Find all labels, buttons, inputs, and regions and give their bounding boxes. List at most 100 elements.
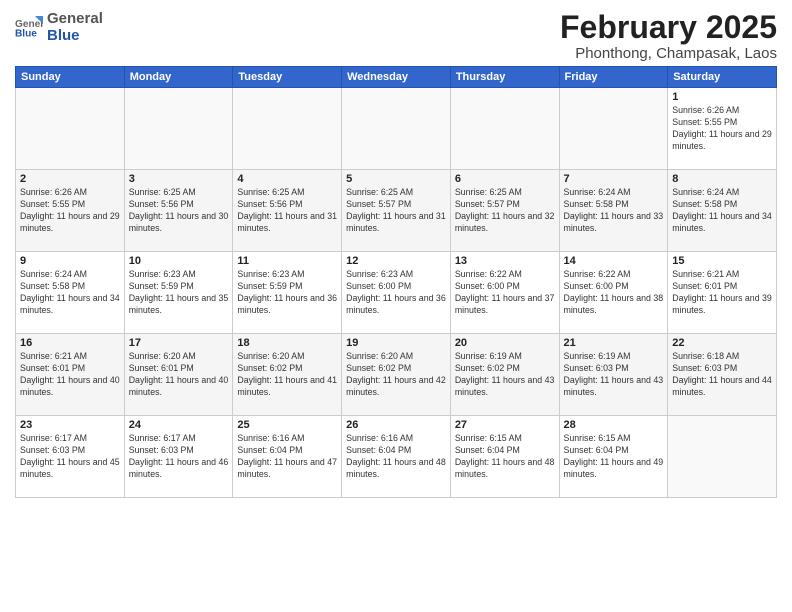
- page: General Blue General Blue February 2025 …: [0, 0, 792, 612]
- day-info: Sunrise: 6:21 AMSunset: 6:01 PMDaylight:…: [672, 269, 772, 317]
- calendar-header-monday: Monday: [124, 67, 233, 88]
- day-number: 20: [455, 337, 555, 349]
- calendar-cell: [16, 88, 125, 170]
- location-title: Phonthong, Champasak, Laos: [560, 45, 777, 62]
- svg-text:Blue: Blue: [15, 28, 37, 39]
- day-number: 12: [346, 255, 446, 267]
- calendar-week-5: 23 Sunrise: 6:17 AMSunset: 6:03 PMDayligh…: [16, 416, 777, 498]
- day-number: 3: [129, 173, 229, 185]
- day-number: 4: [237, 173, 337, 185]
- calendar-week-1: 1Sunrise: 6:26 AMSunset: 5:55 PMDaylight…: [16, 88, 777, 170]
- day-number: 19: [346, 337, 446, 349]
- day-number: 8: [672, 173, 772, 185]
- calendar-cell: 19 Sunrise: 6:20 AMSunset: 6:02 PMDayligh…: [342, 334, 451, 416]
- day-info: Sunrise: 6:25 AMSunset: 5:57 PMDaylight:…: [455, 187, 555, 235]
- day-info: Sunrise: 6:25 AMSunset: 5:57 PMDaylight:…: [346, 187, 446, 235]
- calendar-cell: [342, 88, 451, 170]
- day-info: Sunrise: 6:20 AMSunset: 6:01 PMDaylight:…: [129, 351, 229, 399]
- day-number: 21: [564, 337, 664, 349]
- day-info: Sunrise: 6:15 AMSunset: 6:04 PMDaylight:…: [455, 433, 555, 481]
- day-number: 28: [564, 419, 664, 431]
- calendar-cell: [233, 88, 342, 170]
- day-number: 16: [20, 337, 120, 349]
- day-info: Sunrise: 6:20 AMSunset: 6:02 PMDaylight:…: [237, 351, 337, 399]
- day-number: 2: [20, 173, 120, 185]
- calendar-cell: 11 Sunrise: 6:23 AMSunset: 5:59 PMDayligh…: [233, 252, 342, 334]
- calendar-cell: 27 Sunrise: 6:15 AMSunset: 6:04 PMDayligh…: [450, 416, 559, 498]
- day-number: 22: [672, 337, 772, 349]
- day-number: 13: [455, 255, 555, 267]
- day-info: Sunrise: 6:20 AMSunset: 6:02 PMDaylight:…: [346, 351, 446, 399]
- day-info: Sunrise: 6:16 AMSunset: 6:04 PMDaylight:…: [346, 433, 446, 481]
- calendar-cell: 4 Sunrise: 6:25 AMSunset: 5:56 PMDaylight…: [233, 170, 342, 252]
- calendar-cell: [450, 88, 559, 170]
- calendar-cell: 2 Sunrise: 6:26 AMSunset: 5:55 PMDaylight…: [16, 170, 125, 252]
- calendar-cell: 5 Sunrise: 6:25 AMSunset: 5:57 PMDaylight…: [342, 170, 451, 252]
- day-number: 25: [237, 419, 337, 431]
- month-title: February 2025: [560, 10, 777, 45]
- day-info: Sunrise: 6:24 AMSunset: 5:58 PMDaylight:…: [20, 269, 120, 317]
- calendar-cell: 6Sunrise: 6:25 AMSunset: 5:57 PMDaylight…: [450, 170, 559, 252]
- day-number: 18: [237, 337, 337, 349]
- calendar-cell: 15Sunrise: 6:21 AMSunset: 6:01 PMDayligh…: [668, 252, 777, 334]
- day-info: Sunrise: 6:24 AMSunset: 5:58 PMDaylight:…: [564, 187, 664, 235]
- day-number: 17: [129, 337, 229, 349]
- calendar-week-2: 2 Sunrise: 6:26 AMSunset: 5:55 PMDaylight…: [16, 170, 777, 252]
- calendar-cell: 13 Sunrise: 6:22 AMSunset: 6:00 PMDayligh…: [450, 252, 559, 334]
- calendar-cell: 24 Sunrise: 6:17 AMSunset: 6:03 PMDayligh…: [124, 416, 233, 498]
- calendar-cell: 21Sunrise: 6:19 AMSunset: 6:03 PMDayligh…: [559, 334, 668, 416]
- day-number: 24: [129, 419, 229, 431]
- day-number: 10: [129, 255, 229, 267]
- day-info: Sunrise: 6:23 AMSunset: 5:59 PMDaylight:…: [237, 269, 337, 317]
- day-number: 9: [20, 255, 120, 267]
- logo-blue: Blue: [47, 27, 80, 44]
- logo-icon: General Blue: [15, 13, 43, 41]
- calendar-cell: 26 Sunrise: 6:16 AMSunset: 6:04 PMDayligh…: [342, 416, 451, 498]
- day-info: Sunrise: 6:21 AMSunset: 6:01 PMDaylight:…: [20, 351, 120, 399]
- calendar-cell: 23 Sunrise: 6:17 AMSunset: 6:03 PMDayligh…: [16, 416, 125, 498]
- day-number: 27: [455, 419, 555, 431]
- calendar-cell: 12 Sunrise: 6:23 AMSunset: 6:00 PMDayligh…: [342, 252, 451, 334]
- day-info: Sunrise: 6:17 AMSunset: 6:03 PMDaylight:…: [129, 433, 229, 481]
- day-info: Sunrise: 6:25 AMSunset: 5:56 PMDaylight:…: [237, 187, 337, 235]
- title-block: February 2025 Phonthong, Champasak, Laos: [560, 10, 777, 62]
- logo-general: General: [47, 10, 103, 27]
- logo-text-block: General Blue: [47, 10, 103, 44]
- day-info: Sunrise: 6:16 AMSunset: 6:04 PMDaylight:…: [237, 433, 337, 481]
- calendar-cell: [124, 88, 233, 170]
- calendar-cell: 10 Sunrise: 6:23 AMSunset: 5:59 PMDayligh…: [124, 252, 233, 334]
- calendar-header-tuesday: Tuesday: [233, 67, 342, 88]
- calendar-cell: 22Sunrise: 6:18 AMSunset: 6:03 PMDayligh…: [668, 334, 777, 416]
- calendar-table: SundayMondayTuesdayWednesdayThursdayFrid…: [15, 66, 777, 498]
- logo: General Blue General Blue: [15, 10, 103, 44]
- day-number: 14: [564, 255, 664, 267]
- calendar-cell: 20 Sunrise: 6:19 AMSunset: 6:02 PMDayligh…: [450, 334, 559, 416]
- calendar-cell: 9 Sunrise: 6:24 AMSunset: 5:58 PMDaylight…: [16, 252, 125, 334]
- day-number: 5: [346, 173, 446, 185]
- calendar-cell: 1Sunrise: 6:26 AMSunset: 5:55 PMDaylight…: [668, 88, 777, 170]
- calendar-week-3: 9 Sunrise: 6:24 AMSunset: 5:58 PMDaylight…: [16, 252, 777, 334]
- day-number: 23: [20, 419, 120, 431]
- calendar-header-saturday: Saturday: [668, 67, 777, 88]
- calendar-cell: 16 Sunrise: 6:21 AMSunset: 6:01 PMDayligh…: [16, 334, 125, 416]
- calendar-header-thursday: Thursday: [450, 67, 559, 88]
- calendar-header-sunday: Sunday: [16, 67, 125, 88]
- day-info: Sunrise: 6:23 AMSunset: 6:00 PMDaylight:…: [346, 269, 446, 317]
- calendar-header-row: SundayMondayTuesdayWednesdayThursdayFrid…: [16, 67, 777, 88]
- day-info: Sunrise: 6:26 AMSunset: 5:55 PMDaylight:…: [672, 105, 772, 153]
- calendar-cell: 8Sunrise: 6:24 AMSunset: 5:58 PMDaylight…: [668, 170, 777, 252]
- calendar-cell: 3 Sunrise: 6:25 AMSunset: 5:56 PMDaylight…: [124, 170, 233, 252]
- day-info: Sunrise: 6:26 AMSunset: 5:55 PMDaylight:…: [20, 187, 120, 235]
- day-number: 26: [346, 419, 446, 431]
- calendar-cell: 25 Sunrise: 6:16 AMSunset: 6:04 PMDayligh…: [233, 416, 342, 498]
- day-info: Sunrise: 6:15 AMSunset: 6:04 PMDaylight:…: [564, 433, 664, 481]
- day-info: Sunrise: 6:22 AMSunset: 6:00 PMDaylight:…: [564, 269, 664, 317]
- day-info: Sunrise: 6:22 AMSunset: 6:00 PMDaylight:…: [455, 269, 555, 317]
- day-info: Sunrise: 6:25 AMSunset: 5:56 PMDaylight:…: [129, 187, 229, 235]
- day-number: 11: [237, 255, 337, 267]
- calendar-cell: [559, 88, 668, 170]
- day-info: Sunrise: 6:23 AMSunset: 5:59 PMDaylight:…: [129, 269, 229, 317]
- day-info: Sunrise: 6:17 AMSunset: 6:03 PMDaylight:…: [20, 433, 120, 481]
- day-info: Sunrise: 6:19 AMSunset: 6:02 PMDaylight:…: [455, 351, 555, 399]
- calendar-cell: [668, 416, 777, 498]
